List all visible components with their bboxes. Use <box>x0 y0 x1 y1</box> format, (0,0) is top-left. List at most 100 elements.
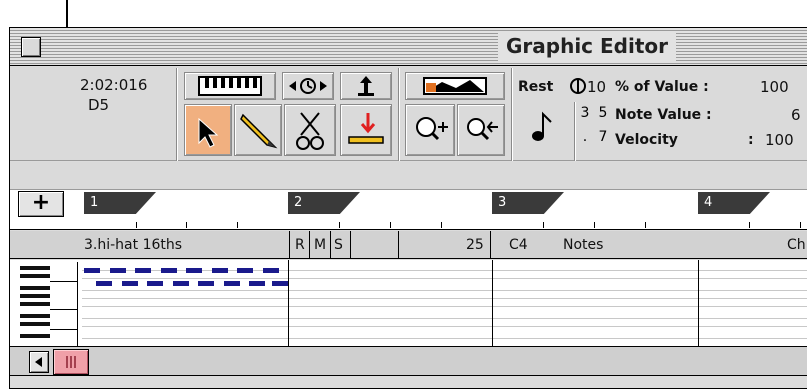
dot-field[interactable]: . <box>576 128 594 146</box>
bar-line <box>288 260 289 346</box>
keyboard-icon <box>198 76 262 96</box>
quantize-timing-button[interactable] <box>282 72 334 100</box>
piano-key-divider <box>50 281 78 282</box>
bar-line <box>492 260 493 346</box>
piano-key-divider <box>50 329 78 330</box>
ruler-tick <box>645 222 646 228</box>
note-event[interactable] <box>212 268 228 273</box>
note-event[interactable] <box>147 281 163 286</box>
note-event[interactable] <box>161 268 177 273</box>
ruler-tick <box>441 222 442 228</box>
track-note[interactable]: C4 <box>509 231 528 259</box>
track-type[interactable]: Notes <box>563 231 603 259</box>
position-readout: 2:02:016 <box>80 76 148 94</box>
rest-value-field[interactable]: 10 <box>587 78 606 96</box>
note-event[interactable] <box>237 268 253 273</box>
metronome-icon <box>570 78 586 94</box>
note-event[interactable] <box>249 281 265 286</box>
ruler-tick <box>543 222 544 228</box>
piano-black-key[interactable] <box>20 314 50 318</box>
note-event[interactable] <box>198 281 214 286</box>
pencil-tool-button[interactable] <box>234 104 282 156</box>
tuplet-den-field[interactable]: 5 <box>594 104 612 122</box>
note-event[interactable] <box>96 281 112 286</box>
velocity-field[interactable]: 100 <box>765 131 794 149</box>
piano-black-key[interactable] <box>20 322 50 326</box>
arrow-tool-button[interactable] <box>184 104 232 156</box>
note-event[interactable] <box>186 268 202 273</box>
transpose-up-button[interactable] <box>340 72 392 100</box>
note-event[interactable] <box>122 281 138 286</box>
percent-of-value-field[interactable]: 100 <box>760 78 789 96</box>
piano-black-key[interactable] <box>20 266 50 270</box>
ruler-tick <box>237 222 238 228</box>
note-event[interactable] <box>110 268 126 273</box>
column-divider <box>309 231 310 259</box>
ruler-tick <box>800 222 801 228</box>
window-title: Graphic Editor <box>498 31 677 61</box>
toolbar-divider <box>176 68 177 161</box>
ruler-tick <box>749 222 750 228</box>
title-bar[interactable] <box>10 28 807 66</box>
note-grid[interactable] <box>10 260 807 346</box>
ruler-tick <box>390 222 391 228</box>
eighth-note-button[interactable] <box>522 102 562 152</box>
rest-label: Rest <box>518 79 554 95</box>
note-value-field[interactable]: 6 <box>791 106 801 124</box>
note-event[interactable] <box>173 281 189 286</box>
piano-black-key[interactable] <box>20 286 50 290</box>
piano-black-key[interactable] <box>20 302 50 306</box>
column-divider <box>289 231 290 259</box>
eighth-note-icon <box>532 111 552 141</box>
scissors-tool-button[interactable] <box>284 104 336 156</box>
bar-line <box>698 260 699 346</box>
arrow-pointer-icon <box>198 117 219 148</box>
note-event[interactable] <box>224 281 240 286</box>
zoom-out-icon <box>467 118 498 141</box>
insert-note-button[interactable] <box>340 104 392 156</box>
zoom-in-icon <box>416 117 448 141</box>
grip-lines-icon <box>66 356 76 368</box>
velocity-label: Velocity <box>615 132 678 148</box>
horizontal-scrollbar[interactable] <box>10 346 807 376</box>
view-overview-button[interactable] <box>405 72 505 100</box>
scroll-left-button[interactable] <box>29 351 49 373</box>
ruler-tick <box>594 222 595 228</box>
pencil-icon <box>240 113 278 149</box>
note-event[interactable] <box>272 281 288 286</box>
zoom-in-button[interactable] <box>405 104 455 156</box>
step-input-keyboard-button[interactable] <box>184 72 276 100</box>
piano-key-divider <box>50 309 78 310</box>
field-divider <box>574 102 575 161</box>
percent-of-value-label: % of Value : <box>615 79 709 95</box>
note-event[interactable] <box>263 268 279 273</box>
solo-toggle[interactable]: S <box>334 231 343 259</box>
ruler-tick <box>339 222 340 228</box>
zoom-out-button[interactable] <box>457 104 505 156</box>
left-arrow-icon <box>35 357 42 367</box>
close-box[interactable] <box>21 37 41 57</box>
scissors-icon <box>296 112 324 150</box>
dot-value-field[interactable]: 7 <box>594 128 612 146</box>
note-duration-icon-cell <box>569 77 587 95</box>
note-event[interactable] <box>135 268 151 273</box>
toolbar-divider <box>511 68 512 161</box>
track-channel[interactable]: Ch <box>787 231 806 259</box>
column-divider <box>398 231 399 259</box>
piano-black-key[interactable] <box>20 274 50 278</box>
track-number[interactable]: 25 <box>466 231 484 259</box>
mute-toggle[interactable]: M <box>314 231 326 259</box>
ruler-tick <box>186 222 187 228</box>
record-toggle[interactable]: R <box>295 231 305 259</box>
toolbar-divider <box>398 68 399 161</box>
insert-arrow-icon <box>348 113 384 144</box>
track-name[interactable]: 3.hi-hat 16ths <box>84 231 182 259</box>
scroll-thumb[interactable] <box>53 349 89 375</box>
column-divider <box>350 231 351 259</box>
tuplet-num-field[interactable]: 3 <box>576 104 594 122</box>
velocity-separator: : <box>748 132 754 148</box>
note-event[interactable] <box>84 268 100 273</box>
piano-black-key[interactable] <box>20 294 50 298</box>
add-track-button[interactable]: + <box>18 191 64 217</box>
piano-black-key[interactable] <box>20 334 50 338</box>
